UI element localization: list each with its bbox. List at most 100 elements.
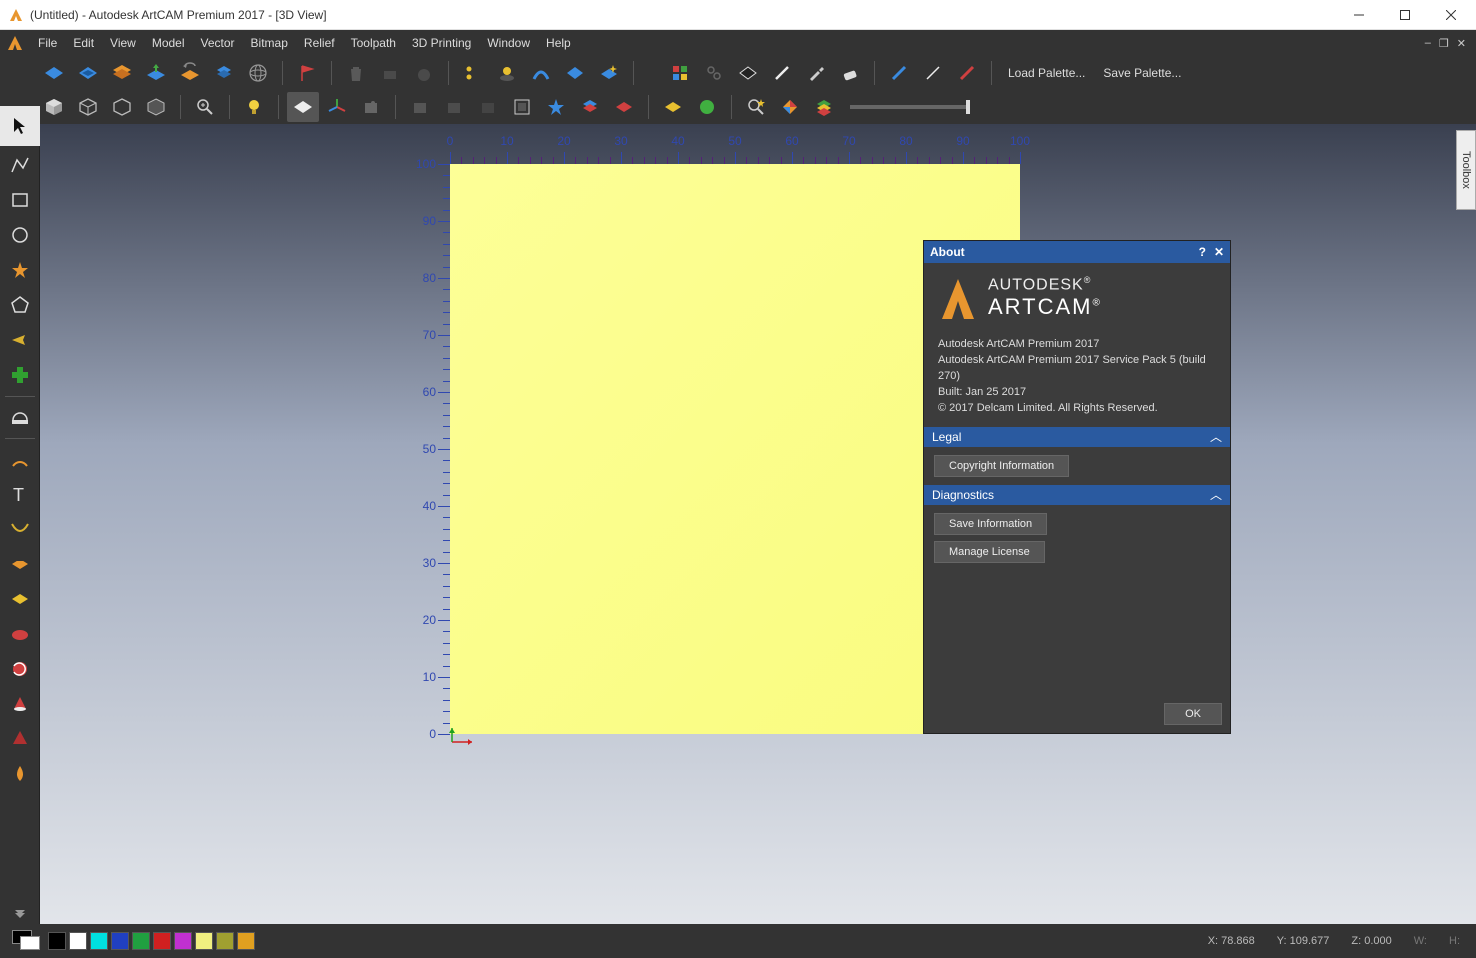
cube-wire-1-icon[interactable] (72, 92, 104, 122)
color-grid-icon[interactable] (664, 58, 696, 88)
layer-red-icon[interactable] (608, 92, 640, 122)
layer-sparkle-icon[interactable] (593, 58, 625, 88)
star-blue-icon[interactable] (540, 92, 572, 122)
mdi-close-icon[interactable]: ✕ (1457, 37, 1466, 50)
color-swatch-1[interactable] (69, 932, 87, 950)
brush-blue-icon[interactable] (883, 58, 915, 88)
smooth-red-tool-icon[interactable] (2, 617, 38, 651)
color-swatch-0[interactable] (48, 932, 66, 950)
relief-orange-tool-icon[interactable] (2, 547, 38, 581)
arrow-tool-icon[interactable] (2, 323, 38, 357)
about-close-icon[interactable]: ✕ (1214, 245, 1224, 259)
load-palette-button[interactable]: Load Palette... (1000, 66, 1093, 80)
text-tool-icon[interactable]: T (2, 477, 38, 511)
color-swatch-3[interactable] (111, 932, 129, 950)
about-ok-button[interactable]: OK (1164, 703, 1222, 725)
line-white-icon[interactable] (917, 58, 949, 88)
current-color-swatch[interactable] (12, 930, 42, 952)
color-swatch-2[interactable] (90, 932, 108, 950)
polygon-tool-icon[interactable] (2, 288, 38, 322)
layer-white-icon[interactable] (287, 92, 319, 122)
globe-icon[interactable] (242, 58, 274, 88)
3d-viewport[interactable]: 0102030405060708090100 01020304050607080… (40, 124, 1476, 924)
menu-view[interactable]: View (102, 30, 144, 56)
link-icon[interactable] (698, 58, 730, 88)
fill-layer-icon[interactable] (732, 58, 764, 88)
curve-tool-icon[interactable] (2, 512, 38, 546)
menu-help[interactable]: Help (538, 30, 579, 56)
circle-green-icon[interactable] (691, 92, 723, 122)
menu-model[interactable]: Model (144, 30, 193, 56)
brush-red-icon[interactable] (951, 58, 983, 88)
relief-rotate-icon[interactable] (174, 58, 206, 88)
lightbulb-icon[interactable] (238, 92, 270, 122)
mdi-minimize-icon[interactable]: – (1425, 37, 1431, 50)
relief-blue-1-icon[interactable] (38, 58, 70, 88)
toolbox-panel-tab[interactable]: Toolbox (1456, 130, 1476, 210)
relief-blue-2-icon[interactable] (72, 58, 104, 88)
rotate-red-tool-icon[interactable] (2, 652, 38, 686)
circle-tool-icon[interactable] (2, 218, 38, 252)
opacity-slider[interactable] (850, 105, 970, 109)
arc-tool-icon[interactable] (2, 442, 38, 476)
save-information-button[interactable]: Save Information (934, 513, 1047, 535)
cube-solid-icon[interactable] (38, 92, 70, 122)
menu-window[interactable]: Window (479, 30, 538, 56)
color-swatch-8[interactable] (216, 932, 234, 950)
relief-up-icon[interactable] (140, 58, 172, 88)
mdi-restore-icon[interactable]: ❐ (1439, 37, 1449, 50)
sphere-split-icon[interactable] (491, 58, 523, 88)
window-minimize-button[interactable] (1336, 0, 1382, 30)
color-swatch-7[interactable] (195, 932, 213, 950)
menu-toolpath[interactable]: Toolpath (343, 30, 404, 56)
menu-edit[interactable]: Edit (65, 30, 102, 56)
box-1-icon[interactable] (404, 92, 436, 122)
color-swatch-9[interactable] (237, 932, 255, 950)
dots-yellow-icon[interactable] (457, 58, 489, 88)
color-swatch-4[interactable] (132, 932, 150, 950)
save-palette-button[interactable]: Save Palette... (1095, 66, 1189, 80)
window-maximize-button[interactable] (1382, 0, 1428, 30)
eraser-icon[interactable] (834, 58, 866, 88)
expand-icon[interactable] (2, 903, 38, 923)
about-titlebar[interactable]: About ? ✕ (924, 241, 1230, 263)
measure-tool-icon[interactable] (2, 400, 38, 434)
drop-tool-icon[interactable] (2, 757, 38, 791)
zoom-star-icon[interactable] (740, 92, 772, 122)
select-tool-button[interactable] (0, 106, 40, 146)
carve-tool-icon[interactable] (2, 722, 38, 756)
flag-icon[interactable] (291, 58, 323, 88)
about-legal-header[interactable]: Legal︿ (924, 427, 1230, 447)
about-diagnostics-header[interactable]: Diagnostics︿ (924, 485, 1230, 505)
color-swatch-6[interactable] (174, 932, 192, 950)
polyline-tool-icon[interactable] (2, 148, 38, 182)
rectangle-tool-icon[interactable] (2, 183, 38, 217)
relief-layers-orange-icon[interactable] (106, 58, 138, 88)
color-swatch-5[interactable] (153, 932, 171, 950)
zoom-icon[interactable] (189, 92, 221, 122)
relief-yellow-tool-icon[interactable] (2, 582, 38, 616)
star-tool-icon[interactable] (2, 253, 38, 287)
trash-icon[interactable] (340, 58, 372, 88)
cone-tool-icon[interactable] (2, 687, 38, 721)
puzzle-icon[interactable] (355, 92, 387, 122)
about-help-icon[interactable]: ? (1199, 245, 1206, 259)
relief-stack-icon[interactable] (208, 58, 240, 88)
layer-yellow-icon[interactable] (657, 92, 689, 122)
copyright-info-button[interactable]: Copyright Information (934, 455, 1069, 477)
layers-color-icon[interactable] (808, 92, 840, 122)
menu-3d-printing[interactable]: 3D Printing (404, 30, 479, 56)
brush-white-icon[interactable] (766, 58, 798, 88)
window-close-button[interactable] (1428, 0, 1474, 30)
menu-vector[interactable]: Vector (193, 30, 243, 56)
menu-bitmap[interactable]: Bitmap (243, 30, 296, 56)
diamond-multi-icon[interactable] (774, 92, 806, 122)
box-select-icon[interactable] (506, 92, 538, 122)
cube-wire-3-icon[interactable] (140, 92, 172, 122)
app-menu-logo-icon[interactable] (6, 34, 24, 52)
plus-green-icon[interactable] (2, 358, 38, 392)
menu-relief[interactable]: Relief (296, 30, 343, 56)
layer-blue-icon[interactable] (559, 58, 591, 88)
eyedropper-icon[interactable] (800, 58, 832, 88)
cube-wire-2-icon[interactable] (106, 92, 138, 122)
